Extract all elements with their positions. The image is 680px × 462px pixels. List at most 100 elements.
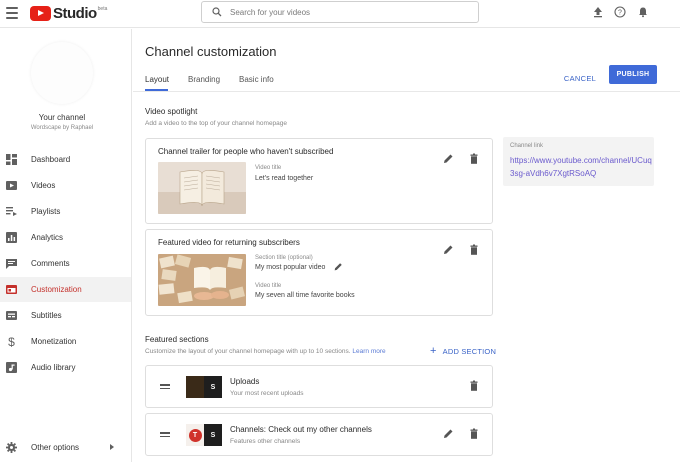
sidebar-item-customization[interactable]: Customization — [0, 277, 131, 302]
video-title-value: Let's read together — [255, 175, 314, 182]
app-beta-tag: beta — [97, 6, 108, 12]
video-spotlight-title: Video spotlight — [145, 107, 198, 116]
video-title-label: Video title — [255, 165, 282, 171]
sidebar-item-label: Videos — [31, 181, 56, 190]
page-title: Channel customization — [145, 44, 277, 59]
sidebar-item-label: Analytics — [31, 233, 64, 242]
sidebar-item-label: Customization — [31, 285, 82, 294]
featured-video-thumbnail[interactable] — [158, 254, 246, 306]
channel-avatar[interactable] — [31, 42, 93, 104]
channel-trailer-card: Channel trailer for people who haven't s… — [145, 138, 493, 224]
delete-trash-icon[interactable] — [468, 153, 480, 165]
channel-link-label: Channel link — [510, 143, 544, 149]
sidebar-item-label: Audio library — [31, 363, 76, 372]
card-title: Featured video for returning subscribers — [158, 238, 300, 247]
chevron-right-icon — [110, 444, 114, 450]
sidebar-item-subtitles[interactable]: Subtitles — [0, 303, 131, 328]
video-title-value: My seven all time favorite books — [255, 292, 355, 299]
sidebar-item-label: Monetization — [31, 337, 77, 346]
featured-section-row[interactable]: T S Channels: Check out my other channel… — [145, 413, 493, 456]
app-name: Studio — [53, 4, 97, 22]
search-icon — [212, 7, 222, 17]
sidebar-item-playlists[interactable]: Playlists — [0, 199, 131, 224]
trailer-thumbnail[interactable] — [158, 162, 246, 214]
section-title-value: My most popular video — [255, 264, 326, 271]
help-icon[interactable]: ? — [614, 6, 626, 18]
sidebar-item-label: Playlists — [31, 207, 61, 216]
channel-link-box: Channel link https://www.youtube.com/cha… — [503, 137, 654, 186]
sidebar-item-label: Subtitles — [31, 311, 62, 320]
featured-sections-description-text: Customize the layout of your channel hom… — [145, 348, 351, 355]
audio-library-icon — [6, 362, 17, 373]
subtitles-icon — [6, 310, 17, 321]
featured-sections-title: Featured sections — [145, 335, 209, 344]
edit-pencil-icon[interactable] — [442, 153, 454, 165]
upload-icon[interactable] — [592, 6, 604, 18]
learn-more-link[interactable]: Learn more — [352, 348, 385, 355]
drag-handle-icon[interactable] — [160, 384, 170, 390]
sidebar-item-label: Dashboard — [31, 155, 71, 164]
channel-subtitle: Wordscape by Raphael — [30, 125, 94, 131]
section-title: Uploads — [230, 377, 260, 386]
playlists-icon — [6, 206, 17, 217]
svg-text:$: $ — [8, 336, 15, 347]
notifications-bell-icon[interactable] — [637, 6, 649, 18]
section-thumbnail-letter: S — [204, 424, 222, 446]
featured-video-card: Featured video for returning subscribers… — [145, 229, 493, 316]
videos-icon — [6, 180, 17, 191]
tab-layout[interactable]: Layout — [145, 75, 169, 84]
gear-icon — [6, 442, 17, 453]
publish-button[interactable]: PUBLISH — [609, 65, 657, 84]
sidebar-item-monetization[interactable]: $ Monetization — [0, 329, 131, 354]
add-section-button[interactable]: + ADD SECTION — [430, 344, 496, 358]
video-spotlight-description: Add a video to the top of your channel h… — [145, 120, 288, 127]
card-title: Channel trailer for people who haven't s… — [158, 147, 334, 156]
search-input[interactable] — [230, 7, 460, 17]
search-bar — [201, 1, 479, 23]
svg-text:?: ? — [618, 10, 622, 17]
delete-trash-icon[interactable] — [468, 428, 480, 440]
plus-icon: + — [430, 345, 437, 357]
tab-branding[interactable]: Branding — [188, 75, 220, 84]
channel-avatar-thumb: T — [186, 424, 204, 446]
youtube-logo-icon — [30, 5, 51, 21]
section-title-label: Section title (optional) — [255, 255, 313, 261]
video-title-label: Video title — [255, 283, 282, 289]
channel-avatar-letter: T — [188, 428, 202, 442]
customization-icon — [6, 284, 17, 295]
hamburger-menu-icon[interactable] — [6, 7, 18, 19]
sidebar-item-other-options[interactable]: Other options — [0, 435, 131, 460]
sidebar-item-label: Comments — [31, 259, 70, 268]
sidebar-item-audio-library[interactable]: Audio library — [0, 355, 131, 380]
edit-pencil-icon[interactable] — [442, 244, 454, 256]
top-bar: Studio beta ? — [0, 0, 680, 28]
channel-name: Your channel — [38, 113, 86, 122]
edit-section-title-pencil-icon[interactable] — [333, 262, 343, 272]
add-section-label: ADD SECTION — [442, 346, 497, 356]
edit-pencil-icon[interactable] — [442, 428, 454, 440]
tabs-divider — [133, 91, 680, 92]
featured-section-row[interactable]: S Uploads Your most recent uploads — [145, 365, 493, 408]
section-thumbnail-letter: S — [204, 376, 222, 398]
delete-trash-icon[interactable] — [468, 380, 480, 392]
sidebar-item-videos[interactable]: Videos — [0, 173, 131, 198]
tab-basic-info[interactable]: Basic info — [239, 75, 274, 84]
cancel-button[interactable]: CANCEL — [560, 69, 600, 87]
monetization-icon: $ — [6, 336, 17, 347]
drag-handle-icon[interactable] — [160, 432, 170, 438]
sidebar: Your channel Wordscape by Raphael Dashbo… — [0, 29, 132, 462]
sidebar-item-comments[interactable]: Comments — [0, 251, 131, 276]
sidebar-item-analytics[interactable]: Analytics — [0, 225, 131, 250]
sidebar-item-label: Other options — [31, 443, 80, 452]
analytics-icon — [6, 232, 17, 243]
sidebar-item-dashboard[interactable]: Dashboard — [0, 147, 131, 172]
section-subtitle: Features other channels — [230, 438, 301, 445]
channel-link-url[interactable]: https://www.youtube.com/channel/UCuq3sg-… — [510, 154, 652, 180]
comments-icon — [6, 258, 17, 269]
delete-trash-icon[interactable] — [468, 244, 480, 256]
featured-sections-description: Customize the layout of your channel hom… — [145, 348, 386, 355]
studio-logo[interactable]: Studio beta — [30, 4, 108, 22]
main-content: Channel customization Layout Branding Ba… — [133, 29, 680, 462]
section-thumbnail — [186, 376, 204, 398]
dashboard-icon — [6, 154, 17, 165]
